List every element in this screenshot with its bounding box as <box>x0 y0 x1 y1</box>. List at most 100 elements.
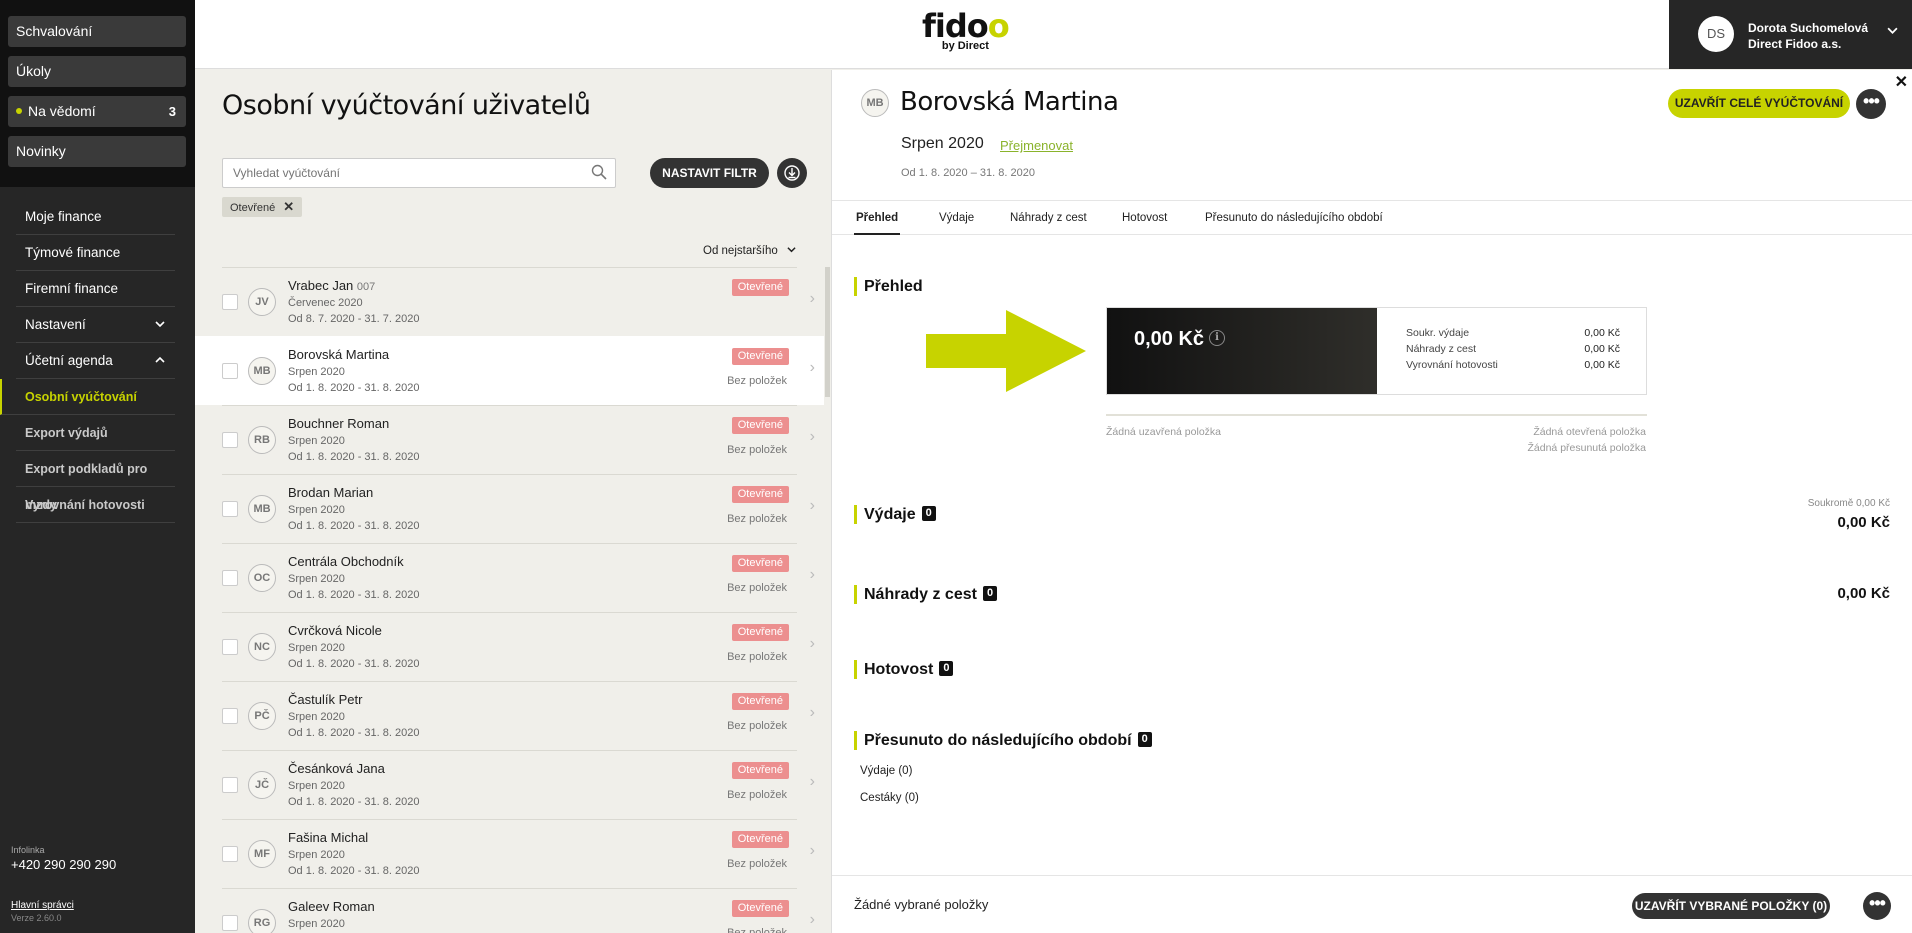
sidebar: Schvalování Úkoly Na vědomí 3 Novinky Moj… <box>0 0 195 933</box>
avatar: PČ <box>248 702 276 730</box>
row-name-text: Fašina Michal <box>288 830 369 845</box>
expenses-count-badge: 0 <box>921 506 936 522</box>
close-icon[interactable]: ✕ <box>1895 72 1908 92</box>
row-checkbox[interactable] <box>222 432 238 448</box>
avatar: JČ <box>248 771 276 799</box>
no-moved-note: Žádná přesunutá položka <box>1527 442 1647 454</box>
list-item[interactable]: RG Galeev Roman Srpen 2020 Otevřené Bez … <box>222 888 815 933</box>
chevron-right-icon[interactable]: › <box>810 842 815 860</box>
row-checkbox[interactable] <box>222 708 238 724</box>
row-items-label: Bez položek <box>727 444 787 456</box>
status-badge: Otevřené <box>731 486 789 503</box>
expenses-heading: Výdaje 0 <box>854 505 936 524</box>
set-filter-button[interactable]: NASTAVIT FILTR <box>650 158 769 188</box>
chevron-right-icon[interactable]: › <box>810 359 815 377</box>
list-item[interactable]: PČ Častulík Petr Srpen 2020 Od 1. 8. 202… <box>222 681 815 750</box>
sidebar-sub-personal-settlement[interactable]: Osobní vyúčtování <box>0 379 175 415</box>
row-items-label: Bez položek <box>727 789 787 801</box>
list-item[interactable]: NC Cvrčková Nicole Srpen 2020 Od 1. 8. 2… <box>222 612 815 681</box>
status-badge: Otevřené <box>731 624 789 641</box>
list-item[interactable]: MB Borovská Martina Srpen 2020 Od 1. 8. … <box>195 336 824 405</box>
close-selected-items-button[interactable]: UZAVŘÍT VYBRANÉ POLOŽKY (0) <box>1632 893 1830 919</box>
unread-dot-icon <box>16 108 22 115</box>
notices-button[interactable]: Na vědomí 3 <box>8 96 186 127</box>
summary-total-value: 0,00 Kč <box>1134 328 1205 350</box>
sort-dropdown[interactable]: Od nejstaršího <box>703 245 796 257</box>
sidebar-item-my-finance[interactable]: Moje finance <box>16 199 175 235</box>
avatar: MB <box>248 495 276 523</box>
status-badge: Otevřené <box>731 279 789 296</box>
list-item[interactable]: MB Brodan Marian Srpen 2020 Od 1. 8. 202… <box>222 474 815 543</box>
fidoo-logo[interactable]: fidoo by Direct <box>922 10 1010 52</box>
chevron-right-icon[interactable]: › <box>810 773 815 791</box>
tab-cash[interactable]: Hotovost <box>1122 201 1167 235</box>
sidebar-sub-export-expenses[interactable]: Export výdajů <box>16 415 175 451</box>
row-items-label: Bez položek <box>727 720 787 732</box>
cash-heading-label: Hotovost <box>864 661 934 678</box>
row-dates: Od 1. 8. 2020 - 31. 8. 2020 <box>288 589 420 601</box>
chevron-right-icon[interactable]: › <box>810 566 815 584</box>
row-period: Srpen 2020 <box>288 573 345 585</box>
search-input[interactable] <box>223 159 573 187</box>
search-field[interactable] <box>222 158 616 188</box>
status-badge: Otevřené <box>731 762 789 779</box>
sidebar-item-settings[interactable]: Nastavení <box>16 307 175 343</box>
row-checkbox[interactable] <box>222 915 238 931</box>
sidebar-sub-cash-settlement[interactable]: Vyrovnání hotovosti <box>16 487 175 523</box>
list-item[interactable]: RB Bouchner Roman Srpen 2020 Od 1. 8. 20… <box>222 405 815 474</box>
row-checkbox[interactable] <box>222 570 238 586</box>
rename-link[interactable]: Přejmenovat <box>1000 138 1073 153</box>
row-checkbox[interactable] <box>222 501 238 517</box>
chevron-right-icon[interactable]: › <box>810 290 815 308</box>
filter-chip-open[interactable]: Otevřené ✕ <box>222 197 303 217</box>
list-item[interactable]: MF Fašina Michal Srpen 2020 Od 1. 8. 202… <box>222 819 815 888</box>
download-button[interactable] <box>777 158 807 188</box>
sidebar-sub-export-payroll[interactable]: Export podkladů pro mzdy <box>16 451 175 512</box>
tasks-button[interactable]: Úkoly <box>8 56 186 87</box>
chevron-right-icon[interactable]: › <box>810 635 815 653</box>
chevron-right-icon[interactable]: › <box>810 497 815 515</box>
list-scrollbar[interactable] <box>825 267 830 397</box>
chevron-right-icon[interactable]: › <box>810 428 815 446</box>
tab-moved[interactable]: Přesunuto do následujícího období <box>1205 201 1383 235</box>
user-menu[interactable]: DS Dorota Suchomelová Direct Fidoo a.s. <box>1669 0 1912 69</box>
search-icon[interactable] <box>591 164 607 180</box>
close-whole-settlement-button[interactable]: UZAVŘÍT CELÉ VYÚČTOVÁNÍ <box>1668 89 1850 118</box>
tab-travel[interactable]: Náhrady z cest <box>1010 201 1087 235</box>
row-checkbox[interactable] <box>222 639 238 655</box>
footer-more-options-button[interactable]: ••• <box>1863 892 1891 920</box>
notices-count: 3 <box>168 104 176 119</box>
filter-chip-label: Otevřené <box>230 202 276 214</box>
list-item[interactable]: JV Vrabec Jan 007 Červenec 2020 Od 8. 7.… <box>222 267 815 336</box>
tab-expenses[interactable]: Výdaje <box>939 201 974 235</box>
row-name: Fašina Michal <box>288 830 368 845</box>
close-icon[interactable]: ✕ <box>283 199 294 214</box>
sidebar-item-company-finance[interactable]: Firemní finance <box>16 271 175 307</box>
row-name-text: Borovská Martina <box>288 347 390 362</box>
sidebar-item-team-finance[interactable]: Týmové finance <box>16 235 175 271</box>
tab-overview[interactable]: Přehled <box>854 201 901 235</box>
approvals-button[interactable]: Schvalování <box>8 16 186 47</box>
chevron-right-icon[interactable]: › <box>810 704 815 722</box>
more-options-button[interactable]: ••• <box>1856 89 1886 119</box>
list-item[interactable]: JČ Česánková Jana Srpen 2020 Od 1. 8. 20… <box>222 750 815 819</box>
row-checkbox[interactable] <box>222 777 238 793</box>
moved-count-badge: 0 <box>1137 732 1152 748</box>
arrow-right-icon <box>926 310 1086 397</box>
travel-count-badge: 0 <box>982 586 998 602</box>
row-name: Bouchner Roman <box>288 416 389 431</box>
more-icon: ••• <box>1869 893 1886 913</box>
row-checkbox[interactable] <box>222 846 238 862</box>
row-items-label: Bez položek <box>727 651 787 663</box>
list-item[interactable]: OC Centrála Obchodník Srpen 2020 Od 1. 8… <box>222 543 815 612</box>
main-admins-link[interactable]: Hlavní správci <box>11 900 116 911</box>
chevron-right-icon[interactable]: › <box>810 911 815 929</box>
settlement-list: JV Vrabec Jan 007 Červenec 2020 Od 8. 7.… <box>195 267 824 933</box>
info-icon[interactable]: i <box>1209 329 1226 346</box>
row-items-label: Bez položek <box>727 375 787 387</box>
row-checkbox[interactable] <box>222 363 238 379</box>
sidebar-item-accounting[interactable]: Účetní agenda <box>16 343 175 379</box>
news-button[interactable]: Novinky <box>8 136 186 167</box>
row-checkbox[interactable] <box>222 294 238 310</box>
summary-row-value: 0,00 Kč <box>1584 359 1620 371</box>
